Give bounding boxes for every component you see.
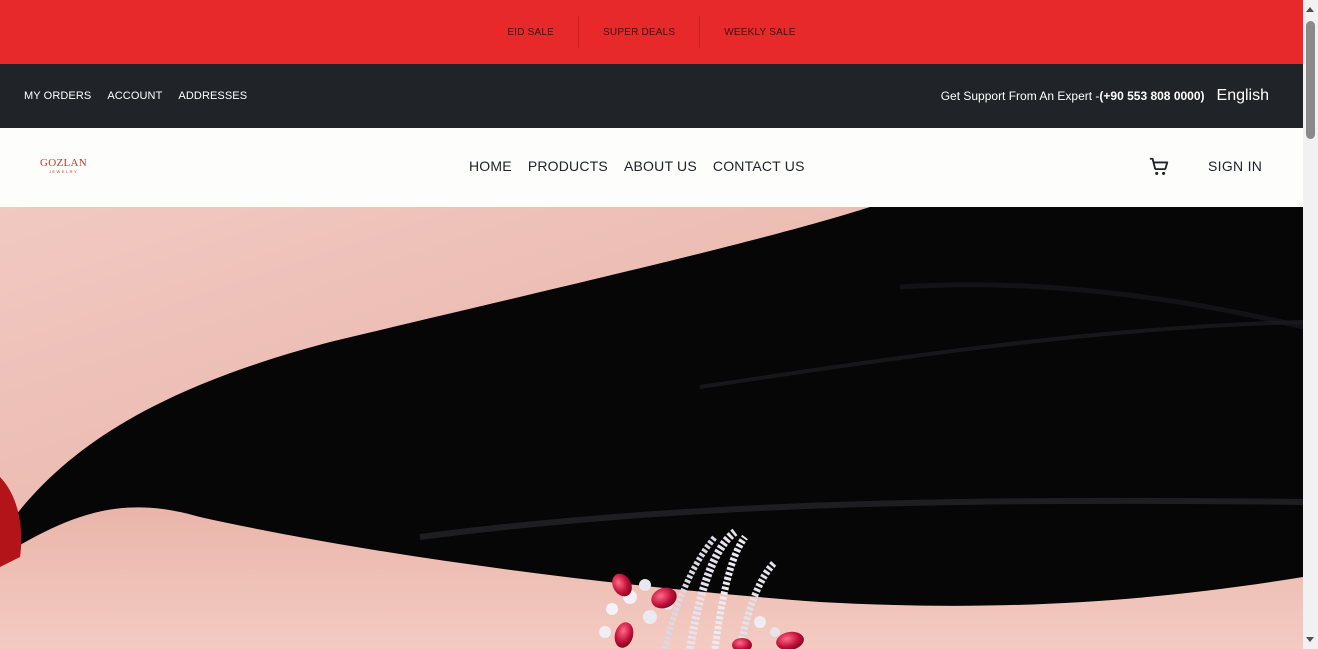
support-area: Get Support From An Expert -(+90 553 808… [941,87,1269,105]
addresses-link[interactable]: ADDRESSES [178,90,247,102]
scrollbar-thumb[interactable] [1306,21,1315,139]
nav-home[interactable]: HOME [469,158,512,174]
support-text: Get Support From An Expert - [940,89,1100,103]
support-info: Get Support From An Expert -(+90 553 808… [941,87,1205,105]
promo-bar: EID SALE SUPER DEALS WEEKLY SALE [0,0,1303,64]
main-nav: GOZLAN JEWELRY HOME PRODUCTS ABOUT US CO… [0,128,1303,207]
promo-super-deals[interactable]: SUPER DEALS [579,16,699,48]
promo-eid-sale[interactable]: EID SALE [483,16,578,48]
logo[interactable]: GOZLAN JEWELRY [40,157,88,175]
scroll-down-arrow-icon[interactable] [1306,637,1314,642]
scroll-up-arrow-icon[interactable] [1306,7,1314,12]
page: EID SALE SUPER DEALS WEEKLY SALE MY ORDE… [0,0,1303,649]
account-link[interactable]: ACCOUNT [107,90,162,102]
promo-weekly-sale[interactable]: WEEKLY SALE [700,16,819,48]
utility-bar: MY ORDERS ACCOUNT ADDRESSES Get Support … [0,64,1303,128]
account-links: MY ORDERS ACCOUNT ADDRESSES [24,90,247,102]
sign-in-link[interactable]: SIGN IN [1208,158,1262,174]
nav-contact-us[interactable]: CONTACT US [713,158,805,174]
my-orders-link[interactable]: MY ORDERS [24,90,91,102]
page-scrollbar[interactable] [1303,0,1318,649]
logo-text: GOZLAN [40,157,88,169]
hero-jewelry-image [0,207,1303,649]
hero-banner [0,207,1303,649]
shopping-cart-icon[interactable] [1148,156,1170,178]
nav-about-us[interactable]: ABOUT US [624,158,697,174]
language-selector[interactable]: English [1217,87,1269,105]
logo-subtext: JEWELRY [48,169,79,174]
support-phone[interactable]: (+90 553 808 0000) [1099,89,1204,103]
nav-links: HOME PRODUCTS ABOUT US CONTACT US [469,158,805,174]
nav-products[interactable]: PRODUCTS [528,158,608,174]
